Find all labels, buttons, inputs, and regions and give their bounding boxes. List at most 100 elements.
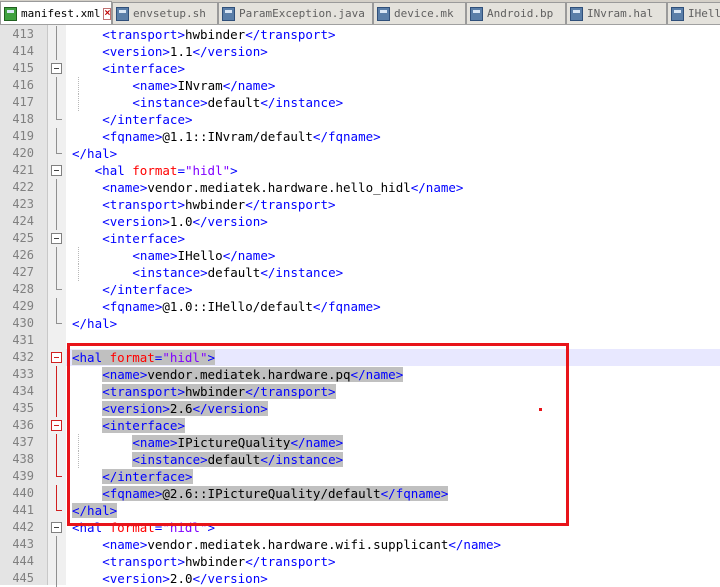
fold-toggle-icon[interactable] [51,233,62,244]
code-line-430[interactable]: 430 </hal> [0,315,720,332]
fold-line [56,128,57,145]
code-token-tag: <hal [72,350,110,365]
code-line-433[interactable]: 433 <name>vendor.mediatek.hardware.pq</na… [0,366,720,383]
code-text: <name>vendor.mediatek.hardware.pq</name> [102,366,404,383]
code-line-440[interactable]: 440 <fqname>@2.6::IPictureQuality/default… [0,485,720,502]
code-text: </interface> [102,111,192,128]
code-line-432[interactable]: 432 <hal format="hidl"> [0,349,720,366]
code-token-txt: hwbinder [184,384,246,399]
fold-toggle-icon[interactable] [51,63,62,74]
code-line-420[interactable]: 420 </hal> [0,145,720,162]
code-token-tag: </transport> [245,27,336,42]
code-token-txt: vendor.mediatek.hardware.pq [147,367,351,382]
code-line-441[interactable]: 441 </hal> [0,502,720,519]
tab-manifest-xml[interactable]: manifest.xml × [0,1,112,24]
code-text: <instance>default</instance> [132,94,343,111]
code-line-443[interactable]: 443 <name>vendor.mediatek.hardware.wifi.s… [0,536,720,553]
fold-line [56,43,57,60]
code-token-tag: </hal> [72,503,118,518]
code-line-414[interactable]: 414 <version>1.1</version> [0,43,720,60]
fold-line [56,366,57,383]
file-icon [671,6,684,21]
code-line-431[interactable]: 431 [0,332,720,349]
code-token-tag: <name> [132,435,178,450]
fold-toggle-icon[interactable] [51,420,62,431]
code-line-438[interactable]: 438 <instance>default</instance> [0,451,720,468]
code-token-tag: </fqname> [380,486,449,501]
code-line-445[interactable]: 445 <version>2.0</version> [0,570,720,587]
code-line-444[interactable]: 444 <transport>hwbinder</transport> [0,553,720,570]
fold-line [56,196,57,213]
tab-invram-hal[interactable]: INvram.hal [566,2,667,24]
code-token-tag: </transport> [245,384,336,399]
fold-line [56,434,57,451]
code-line-426[interactable]: 426 <name>IHello</name> [0,247,720,264]
code-token-tag: </instance> [260,265,344,280]
tab-label: envsetup.sh [133,7,206,20]
fold-end-marker [56,502,62,511]
tab-paramexception-java[interactable]: ParamException.java [218,2,373,24]
code-token-tag: </name> [448,537,502,552]
code-line-439[interactable]: 439 </interface> [0,468,720,485]
code-token-tag: </transport> [245,197,336,212]
code-token-txt: 1.0 [169,214,193,229]
code-token-tag: </interface> [102,112,193,127]
code-line-415[interactable]: 415 <interface> [0,60,720,77]
tab-ihell[interactable]: IHell [667,2,720,24]
code-line-424[interactable]: 424 <version>1.0</version> [0,213,720,230]
code-line-429[interactable]: 429 <fqname>@1.0::IHello/default</fqname> [0,298,720,315]
code-token-tag: <fqname> [102,486,163,501]
code-line-442[interactable]: 442 <hal format="hidl"> [0,519,720,536]
code-token-tag: </name> [290,435,344,450]
code-text: <instance>default</instance> [132,451,344,468]
code-token-tag: </interface> [102,282,193,297]
code-token-txt: INvram [177,78,223,93]
code-line-435[interactable]: 435 <version>2.6</version> [0,400,720,417]
fold-end-marker [56,145,62,154]
fold-line [56,298,57,315]
line-number: 442 [12,520,34,534]
tab-android-bp[interactable]: Android.bp [466,2,566,24]
code-text: <fqname>@2.6::IPictureQuality/default</f… [102,485,449,502]
fold-line [56,451,57,468]
code-token-tag: </hal> [72,146,118,161]
code-line-437[interactable]: 437 <name>IPictureQuality</name> [0,434,720,451]
tab-label: manifest.xml [21,7,101,20]
code-token-tag: <transport> [102,384,185,399]
line-number: 439 [12,469,34,483]
code-text: <transport>hwbinder</transport> [102,553,335,570]
code-line-416[interactable]: 416 <name>INvram</name> [0,77,720,94]
code-line-418[interactable]: 418 </interface> [0,111,720,128]
tab-envsetup-sh[interactable]: envsetup.sh [112,2,218,24]
code-line-423[interactable]: 423 <transport>hwbinder</transport> [0,196,720,213]
fold-line [56,77,57,94]
line-number: 430 [12,316,34,330]
code-line-413[interactable]: 413 <transport>hwbinder</transport> [0,26,720,43]
code-token-tag: <transport> [102,554,185,569]
code-token-txt: @1.0::IHello/default [162,299,313,314]
fold-toggle-icon[interactable] [51,522,62,533]
fold-line [56,264,57,281]
code-line-419[interactable]: 419 <fqname>@1.1::INvram/default</fqname> [0,128,720,145]
code-token-txt: IHello [177,248,223,263]
code-line-421[interactable]: 421 <hal format="hidl"> [0,162,720,179]
code-text: <fqname>@1.0::IHello/default</fqname> [102,298,380,315]
close-tab-icon[interactable]: × [103,7,111,20]
code-token-tag: </version> [192,214,268,229]
code-token-val: "hidl" [162,350,208,365]
code-line-417[interactable]: 417 <instance>default</instance> [0,94,720,111]
fold-end-marker [56,111,62,120]
code-line-427[interactable]: 427 <instance>default</instance> [0,264,720,281]
fold-toggle-icon[interactable] [51,165,62,176]
code-text: </hal> [72,145,117,162]
fold-toggle-icon[interactable] [51,352,62,363]
code-token-txt: 2.6 [169,401,193,416]
code-line-436[interactable]: 436 <interface> [0,417,720,434]
code-line-428[interactable]: 428 </interface> [0,281,720,298]
indent-guide [78,434,79,451]
file-icon [377,6,390,21]
code-line-422[interactable]: 422 <name>vendor.mediatek.hardware.hello_… [0,179,720,196]
code-line-434[interactable]: 434 <transport>hwbinder</transport> [0,383,720,400]
tab-device-mk[interactable]: device.mk [373,2,466,24]
code-line-425[interactable]: 425 <interface> [0,230,720,247]
